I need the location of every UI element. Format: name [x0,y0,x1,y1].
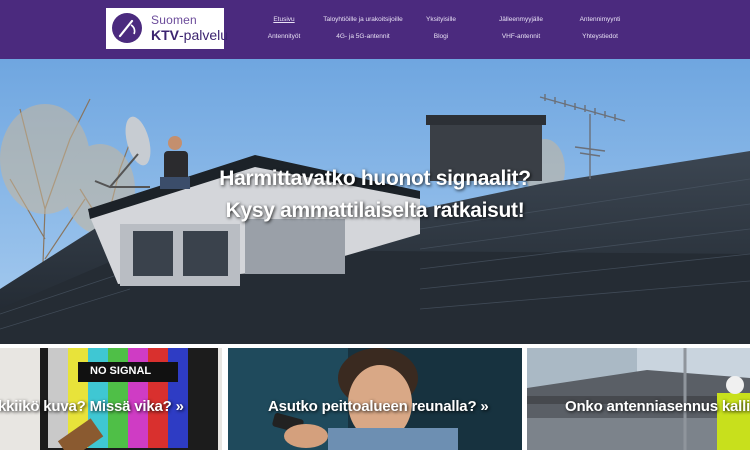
hero-banner: Harmittavatko huonot signaalit? Kysy amm… [0,59,750,344]
nav-jalleenmyyjalle[interactable]: Jälleenmyyjälle [499,16,543,23]
logo-mark-icon [112,13,142,43]
nav-4g-5g[interactable]: 4G- ja 5G-antennit [336,33,389,40]
nav-antennimyynti[interactable]: Antennimyynti [580,16,621,23]
nav-blogi[interactable]: Blogi [434,33,448,40]
hero-headline-1: Harmittavatko huonot signaalit? [219,167,531,190]
logo-palvelu: -palvelu [179,27,229,43]
nav-antennityot[interactable]: Antennityöt [268,33,301,40]
logo-line-2: KTV-palvelu [151,27,228,43]
no-signal-text: NO SIGNAL [90,365,152,377]
card-vika[interactable]: NO SIGNAL kkiikö kuva? Missä vika? » [0,348,222,450]
card-vika-label[interactable]: kkiikö kuva? Missä vika? » [0,398,184,415]
nav-etusivu[interactable]: Etusivu [273,16,294,23]
logo-ktv: KTV [151,27,179,43]
site-header: Suomen KTV-palvelu Etusivu Taloyhtiöille… [0,0,750,59]
nav-taloyhtiot[interactable]: Taloyhtiöille ja urakoitsijoille [323,16,402,23]
nav-yksityisille[interactable]: Yksityisille [426,16,456,23]
card-antenniasennus-label[interactable]: Onko antenniasennus kallis [565,398,750,415]
card-peittoalue[interactable]: Asutko peittoalueen reunalla? » [228,348,522,450]
card-antenniasennus[interactable]: Onko antenniasennus kallis [527,348,750,450]
hero-headline-2: Kysy ammattilaiselta ratkaisut! [225,199,525,222]
site-logo[interactable]: Suomen KTV-palvelu [106,8,228,49]
nav-yhteystiedot[interactable]: Yhteystiedot [582,33,618,40]
nav-vhf[interactable]: VHF-antennit [502,33,540,40]
logo-line-1: Suomen [151,13,197,27]
card-peittoalue-label[interactable]: Asutko peittoalueen reunalla? » [268,398,489,415]
